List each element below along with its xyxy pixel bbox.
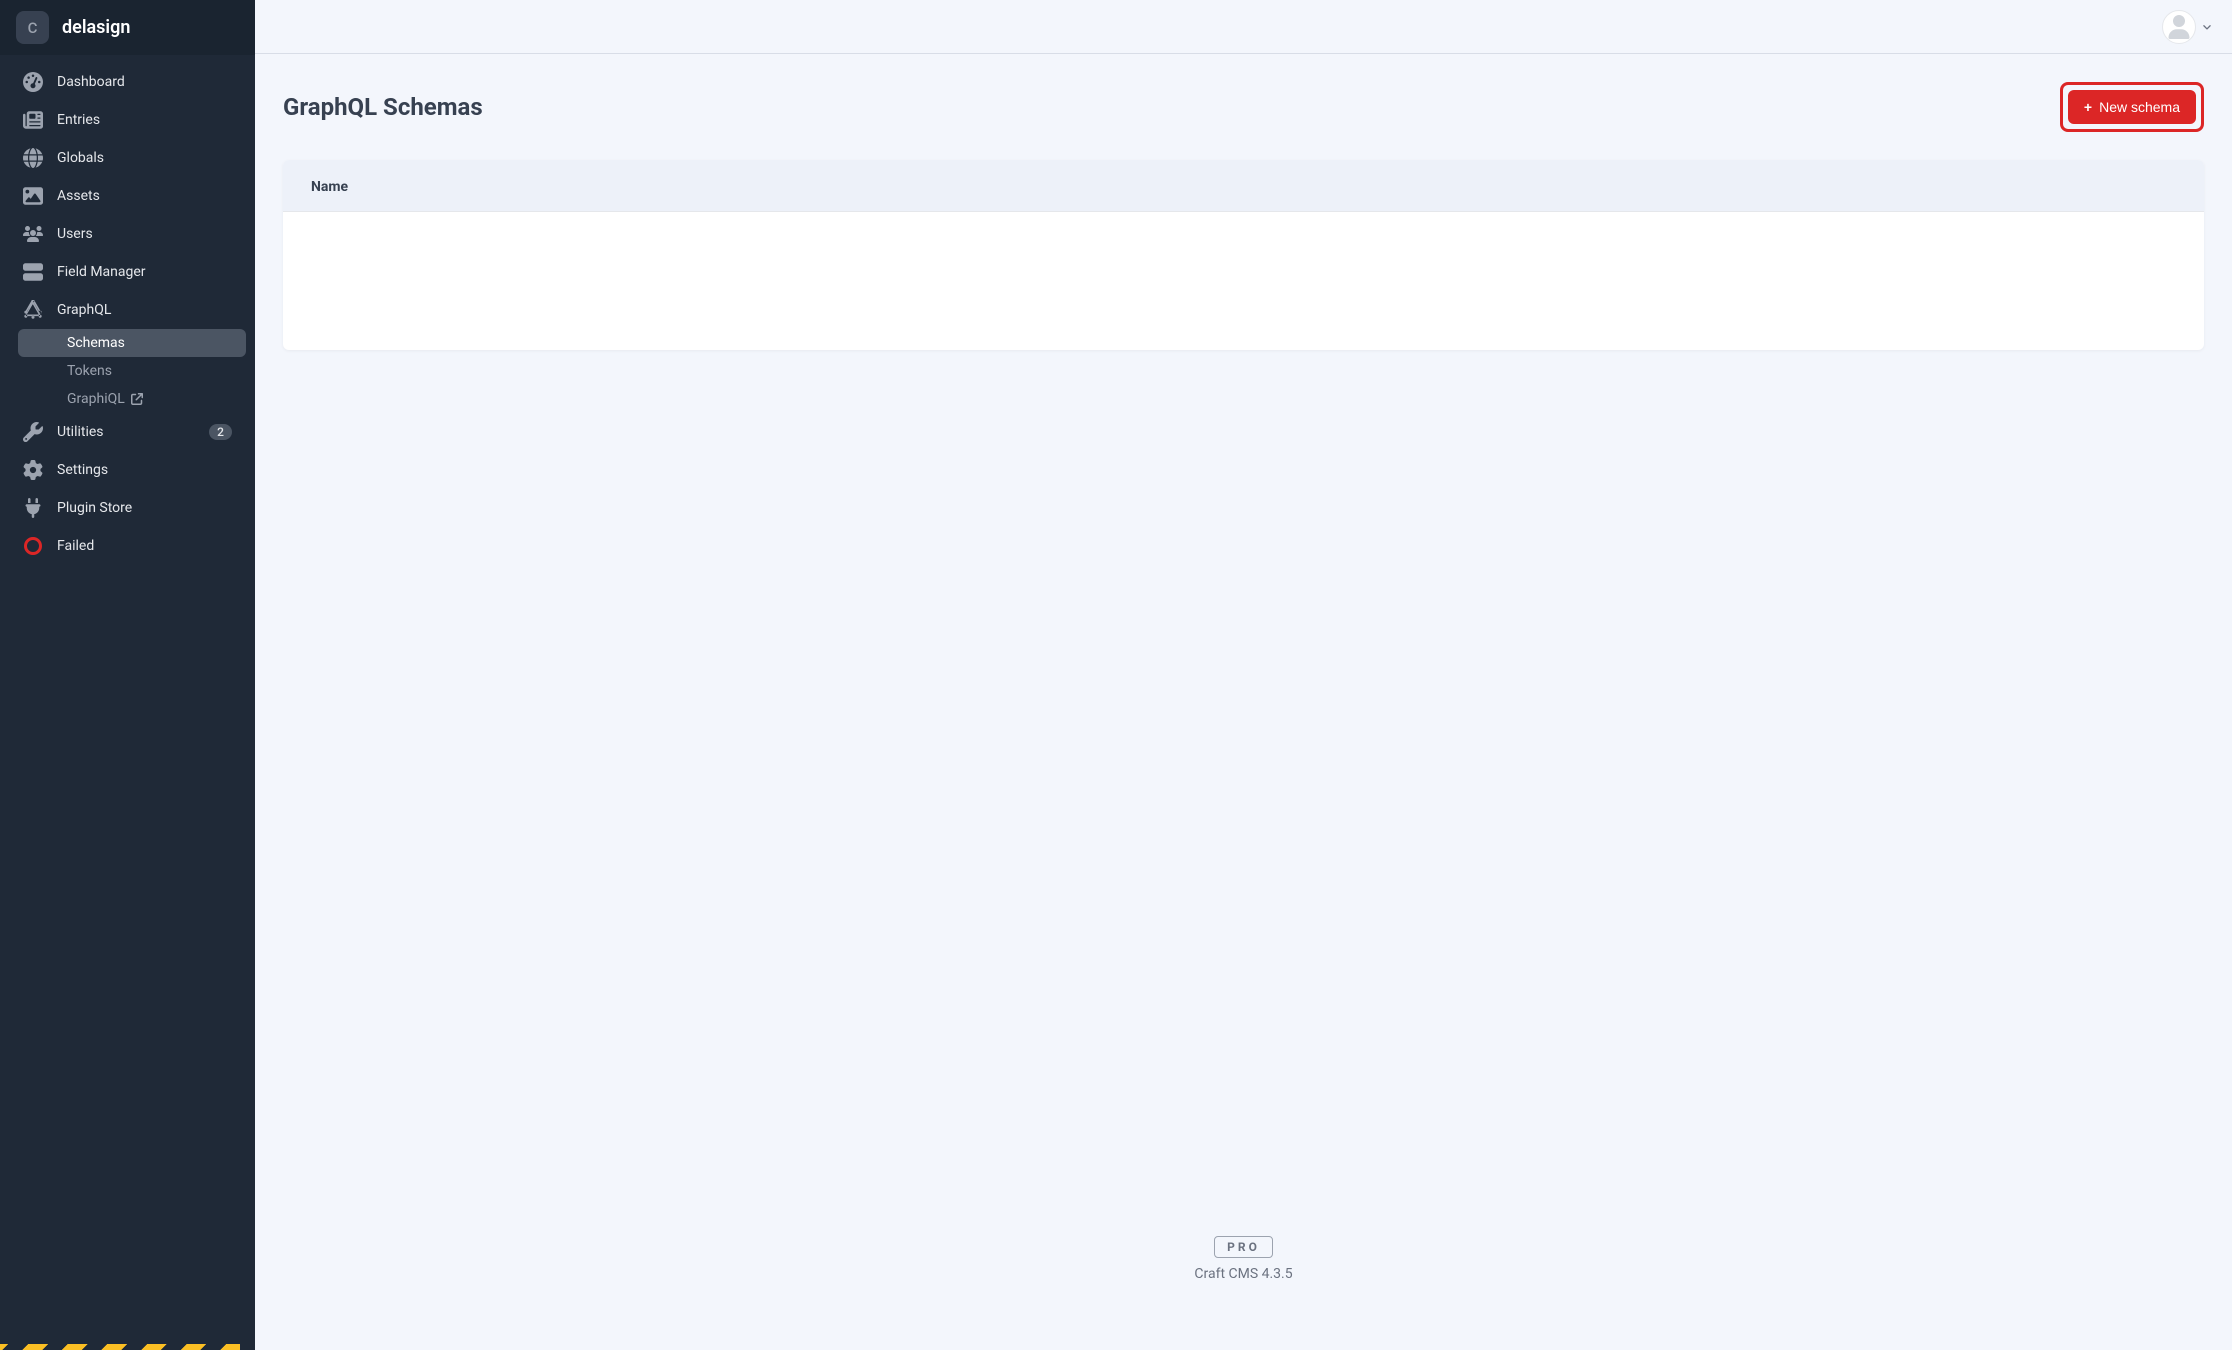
grid-icon xyxy=(23,262,43,282)
footer: PRO Craft CMS 4.3.5 xyxy=(283,1206,2204,1322)
avatar xyxy=(2162,10,2196,44)
page-header: GraphQL Schemas + New schema xyxy=(283,82,2204,132)
subnav-label: GraphiQL xyxy=(67,391,125,407)
main-content: GraphQL Schemas + New schema Name PRO Cr… xyxy=(255,0,2232,1350)
nav-label: Plugin Store xyxy=(57,500,232,516)
nav-label: Globals xyxy=(57,150,232,166)
sidebar: C delasign Dashboard Entries Globals xyxy=(0,0,255,1350)
nav-badge: 2 xyxy=(209,424,232,440)
gear-icon xyxy=(23,460,43,480)
new-schema-label: New schema xyxy=(2099,99,2180,115)
nav-label: Failed xyxy=(57,538,232,554)
nav-item-failed[interactable]: Failed xyxy=(9,527,246,565)
new-schema-highlight: + New schema xyxy=(2060,82,2204,132)
topbar xyxy=(255,0,2232,54)
nav-item-globals[interactable]: Globals xyxy=(9,139,246,177)
nav-item-field-manager[interactable]: Field Manager xyxy=(9,253,246,291)
nav-label: Utilities xyxy=(57,424,195,440)
graphql-subnav: Schemas Tokens GraphiQL xyxy=(9,329,246,413)
nav-item-entries[interactable]: Entries xyxy=(9,101,246,139)
wrench-icon xyxy=(23,422,43,442)
subnav-item-tokens[interactable]: Tokens xyxy=(55,357,246,385)
nav-label: Entries xyxy=(57,112,232,128)
image-icon xyxy=(23,186,43,206)
caution-strip xyxy=(0,1344,240,1350)
newspaper-icon xyxy=(23,110,43,130)
new-schema-button[interactable]: + New schema xyxy=(2068,90,2196,124)
subnav-item-graphiql[interactable]: GraphiQL xyxy=(55,385,246,413)
nav-label: Settings xyxy=(57,462,232,478)
nav-label: Assets xyxy=(57,188,232,204)
subnav-label: Tokens xyxy=(67,363,112,379)
site-icon: C xyxy=(16,11,49,44)
users-icon xyxy=(23,224,43,244)
plus-icon: + xyxy=(2084,99,2092,115)
subnav-label: Schemas xyxy=(67,335,125,351)
site-icon-letter: C xyxy=(28,19,38,37)
failed-circle-icon xyxy=(23,536,43,556)
nav-label: Dashboard xyxy=(57,74,232,90)
plug-icon xyxy=(23,498,43,518)
column-name: Name xyxy=(311,179,348,195)
chevron-down-icon xyxy=(2202,17,2212,36)
schemas-table-panel: Name xyxy=(283,160,2204,350)
primary-nav: Dashboard Entries Globals Assets xyxy=(0,55,255,573)
external-link-icon xyxy=(131,393,143,405)
nav-item-settings[interactable]: Settings xyxy=(9,451,246,489)
page-title: GraphQL Schemas xyxy=(283,93,483,121)
nav-item-plugin-store[interactable]: Plugin Store xyxy=(9,489,246,527)
nav-item-utilities[interactable]: Utilities 2 xyxy=(9,413,246,451)
nav-label: Users xyxy=(57,226,232,242)
subnav-item-schemas[interactable]: Schemas xyxy=(18,329,246,357)
edition-badge[interactable]: PRO xyxy=(1214,1236,1273,1258)
nav-item-graphql[interactable]: GraphQL xyxy=(9,291,246,329)
nav-item-dashboard[interactable]: Dashboard xyxy=(9,63,246,101)
nav-label: GraphQL xyxy=(57,302,232,318)
nav-label: Field Manager xyxy=(57,264,232,280)
globe-icon xyxy=(23,148,43,168)
gauge-icon xyxy=(23,72,43,92)
site-name: delasign xyxy=(62,17,130,38)
graphql-icon xyxy=(23,300,43,320)
nav-item-assets[interactable]: Assets xyxy=(9,177,246,215)
sidebar-header[interactable]: C delasign xyxy=(0,0,255,55)
nav-item-users[interactable]: Users xyxy=(9,215,246,253)
table-header: Name xyxy=(283,160,2204,212)
user-menu[interactable] xyxy=(2162,10,2212,44)
content-area: GraphQL Schemas + New schema Name PRO Cr… xyxy=(255,54,2232,1350)
version-text: Craft CMS 4.3.5 xyxy=(283,1266,2204,1282)
